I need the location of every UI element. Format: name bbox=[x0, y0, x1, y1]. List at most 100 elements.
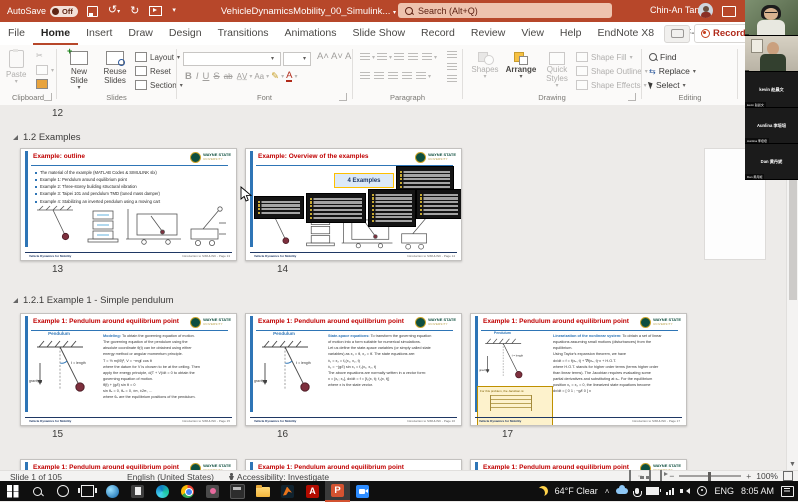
line-spacing-icon[interactable] bbox=[422, 53, 432, 61]
align-text-icon[interactable] bbox=[447, 63, 457, 71]
hidden-icons-chevron[interactable]: ˄ bbox=[605, 487, 610, 496]
decrease-indent-icon[interactable] bbox=[394, 53, 404, 61]
text-direction-icon[interactable] bbox=[447, 51, 457, 59]
fit-to-window-icon[interactable] bbox=[783, 471, 793, 481]
tab-transitions[interactable]: Transitions bbox=[210, 22, 277, 45]
tab-animations[interactable]: Animations bbox=[277, 22, 345, 45]
speaker-icon[interactable] bbox=[683, 488, 690, 494]
tab-draw[interactable]: Draw bbox=[120, 22, 161, 45]
slide-thumbnail-20[interactable]: Example 1: Pendulum around equilibrium p… bbox=[470, 459, 687, 470]
slide-thumbnail-13[interactable]: Example: outline WAYNE STATEUNIVERSITY T… bbox=[20, 148, 237, 261]
drawing-dialog-launcher[interactable] bbox=[628, 93, 636, 101]
zoom-slider[interactable] bbox=[679, 475, 741, 477]
slide-thumbnail-16[interactable]: Example 1: Pendulum around equilibrium p… bbox=[245, 313, 462, 426]
zoom-percentage[interactable]: 100% bbox=[756, 471, 778, 481]
tab-record[interactable]: Record bbox=[413, 22, 463, 45]
tab-home[interactable]: Home bbox=[33, 22, 78, 45]
action-center-icon[interactable] bbox=[781, 486, 794, 497]
undo-icon[interactable]: ↺▾ bbox=[108, 0, 120, 23]
comments-button[interactable] bbox=[664, 25, 690, 43]
format-painter-button[interactable] bbox=[36, 79, 48, 89]
accessibility-status[interactable]: Accessibility: Investigate bbox=[237, 472, 329, 482]
font-color-button[interactable]: A bbox=[286, 72, 292, 82]
tab-endnote[interactable]: EndNote X8 bbox=[590, 22, 663, 45]
highlight-color-button[interactable]: ✎ bbox=[271, 71, 279, 82]
document-title[interactable]: VehicleDynamicsMobility_00_Simulink... ▾ bbox=[221, 6, 396, 17]
slide-thumbnail-18[interactable]: Example 1: Pendulum around equilibrium p… bbox=[20, 459, 237, 470]
increase-indent-icon[interactable] bbox=[408, 53, 418, 61]
microphone-icon[interactable] bbox=[635, 488, 639, 494]
shapes-button[interactable]: Shapes▾ bbox=[470, 52, 500, 81]
replace-button[interactable]: ⇆Replace▾ bbox=[649, 66, 696, 76]
cortana-button[interactable] bbox=[50, 481, 75, 501]
zoom-in-button[interactable]: + bbox=[746, 471, 751, 481]
tab-file[interactable]: File bbox=[0, 22, 33, 45]
matlab-app[interactable] bbox=[275, 481, 300, 501]
section-header-example1[interactable]: 1.2.1 Example 1 - Simple pendulum bbox=[13, 295, 174, 306]
zoom-out-button[interactable]: − bbox=[669, 471, 674, 481]
justify-icon[interactable] bbox=[402, 72, 412, 80]
cut-button[interactable]: ✂ bbox=[36, 51, 43, 60]
start-button[interactable] bbox=[0, 481, 25, 501]
section-collapse-icon[interactable] bbox=[13, 135, 18, 140]
font-size-select[interactable] bbox=[283, 52, 311, 66]
slide-thumbnail-17[interactable]: Example 1: Pendulum around equilibrium p… bbox=[470, 313, 687, 426]
acrobat-app[interactable]: A bbox=[300, 481, 325, 501]
weather-moon-icon[interactable] bbox=[538, 486, 548, 496]
change-case-button[interactable]: Aa bbox=[254, 72, 264, 81]
arrange-button[interactable]: Arrange▾ bbox=[504, 52, 538, 81]
slide-thumbnail-15[interactable]: Example 1: Pendulum around equilibrium p… bbox=[20, 313, 237, 426]
slide-thumbnail-14[interactable]: Example: Overview of the examples WAYNE … bbox=[245, 148, 462, 261]
scroll-down-icon[interactable]: ▼ bbox=[789, 461, 796, 468]
account-name[interactable]: Chin-An Tan bbox=[650, 5, 699, 15]
shape-outline-button[interactable]: Shape Outline▾ bbox=[576, 66, 648, 76]
bold-button[interactable]: B bbox=[185, 71, 192, 82]
tab-design[interactable]: Design bbox=[161, 22, 210, 45]
paste-button[interactable]: Paste▾ bbox=[6, 50, 26, 86]
smartart-convert-icon[interactable] bbox=[447, 75, 457, 83]
columns-icon[interactable] bbox=[416, 72, 426, 80]
quick-styles-button[interactable]: Quick Styles▾ bbox=[542, 52, 572, 90]
autosave-toggle[interactable]: Off bbox=[50, 6, 78, 17]
section-collapse-icon[interactable] bbox=[13, 298, 18, 303]
scrollbar-thumb[interactable] bbox=[789, 180, 797, 300]
shape-fill-button[interactable]: Shape Fill▾ bbox=[576, 52, 633, 62]
input-language[interactable]: ENG bbox=[714, 486, 734, 496]
clear-format-button[interactable]: A bbox=[345, 51, 351, 62]
snipping-tool-app[interactable] bbox=[125, 481, 150, 501]
align-left-icon[interactable] bbox=[360, 72, 370, 80]
powerpoint-app[interactable]: P bbox=[325, 480, 350, 502]
copy-button[interactable]: ▾ bbox=[36, 65, 54, 75]
phone-link-icon[interactable] bbox=[697, 486, 707, 496]
tab-help[interactable]: Help bbox=[552, 22, 590, 45]
font-dialog-launcher[interactable] bbox=[339, 93, 347, 101]
edge-app[interactable] bbox=[150, 481, 175, 501]
participant-tile-camera-off[interactable]: Dan 黄丹妮 Dan 黄丹妮 bbox=[745, 144, 798, 180]
avatar[interactable] bbox=[698, 3, 713, 18]
file-explorer-app[interactable] bbox=[250, 481, 275, 501]
shadow-button[interactable]: ab bbox=[224, 72, 233, 81]
new-slide-button[interactable]: New Slide▾ bbox=[63, 51, 95, 92]
chrome-app[interactable] bbox=[175, 481, 200, 501]
tab-view[interactable]: View bbox=[513, 22, 552, 45]
clock[interactable]: 8:05 AM bbox=[741, 486, 774, 496]
tab-insert[interactable]: Insert bbox=[78, 22, 120, 45]
shrink-font-button[interactable]: A˅ bbox=[331, 51, 343, 62]
participant-tile-camera-off[interactable]: kevin 赵晨文 kevin 赵晨文 bbox=[745, 72, 798, 108]
zoom-app[interactable] bbox=[350, 481, 375, 501]
bullets-icon[interactable] bbox=[360, 53, 370, 61]
onedrive-icon[interactable] bbox=[616, 488, 628, 494]
underline-button[interactable]: U bbox=[203, 71, 210, 82]
calculator-app[interactable] bbox=[225, 481, 250, 501]
participant-video-tile[interactable] bbox=[745, 36, 798, 72]
save-icon[interactable] bbox=[87, 6, 98, 17]
start-slideshow-icon[interactable] bbox=[149, 6, 162, 16]
slide-sorter-view-button[interactable] bbox=[638, 475, 642, 477]
grow-font-button[interactable]: A˄ bbox=[317, 51, 329, 62]
reset-button[interactable]: Reset bbox=[135, 66, 171, 76]
search-input[interactable]: Search (Alt+Q) bbox=[398, 3, 612, 18]
network-signal-icon[interactable] bbox=[666, 487, 676, 495]
find-button[interactable]: Find bbox=[649, 52, 677, 62]
zoom-slider-handle[interactable] bbox=[708, 472, 711, 481]
slide-sorter-view[interactable]: 12 1.2 Examples Example: outline WAYNE S… bbox=[0, 105, 798, 470]
